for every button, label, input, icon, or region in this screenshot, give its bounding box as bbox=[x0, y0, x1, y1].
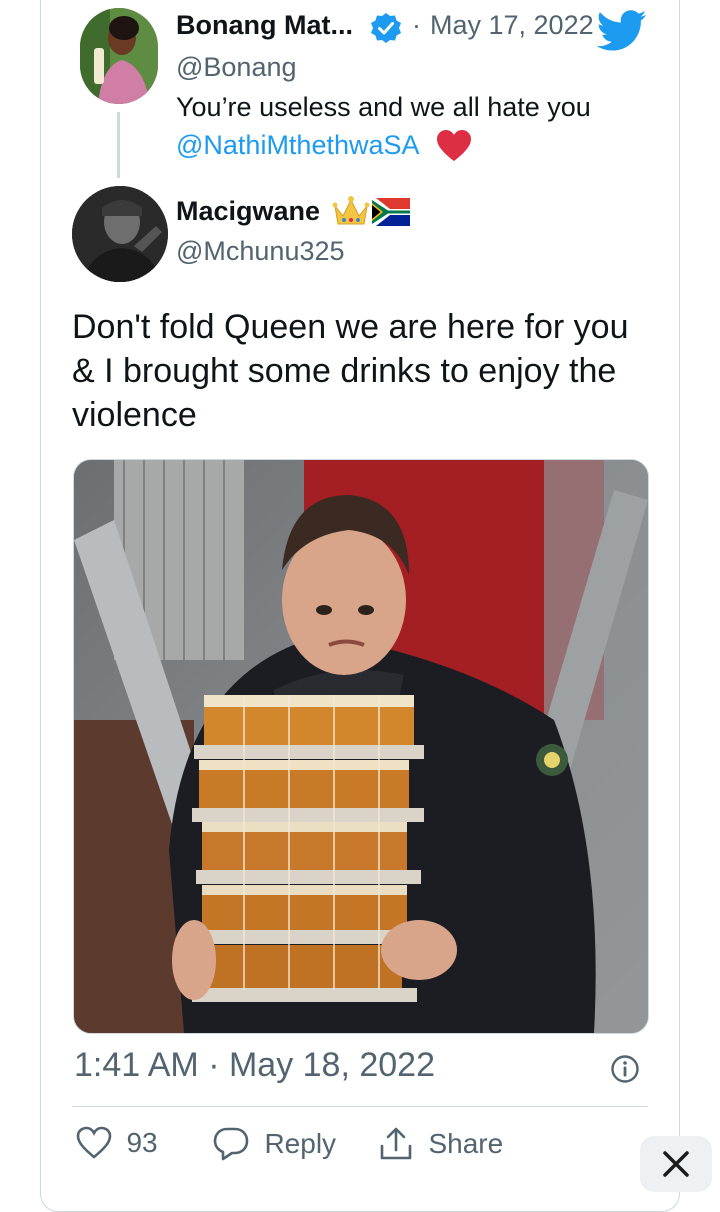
verified-badge-icon bbox=[371, 13, 401, 43]
twitter-bird-icon[interactable] bbox=[596, 10, 648, 52]
close-icon bbox=[663, 1151, 689, 1177]
like-button[interactable]: 93 bbox=[76, 1126, 158, 1160]
heart-icon bbox=[76, 1126, 112, 1159]
like-count: 93 bbox=[126, 1127, 158, 1158]
info-icon[interactable] bbox=[610, 1054, 640, 1084]
thread-connector-line bbox=[117, 112, 120, 178]
date-separator: · bbox=[412, 10, 421, 40]
tweet-timestamp[interactable]: 1:41 AM · May 18, 2022 bbox=[74, 1046, 435, 1085]
quoted-tweet-text: You’re useless and we all hate you bbox=[176, 92, 591, 122]
divider bbox=[72, 1106, 648, 1107]
comment-bubble-icon bbox=[213, 1127, 249, 1161]
share-label: Share bbox=[428, 1128, 504, 1159]
crown-emoji-icon bbox=[332, 196, 370, 225]
south-africa-flag-emoji-icon bbox=[372, 198, 410, 226]
avatar-macigwane[interactable] bbox=[72, 186, 168, 282]
display-name[interactable]: Macigwane bbox=[176, 196, 320, 227]
share-button[interactable]: Share bbox=[378, 1126, 503, 1162]
red-heart-emoji-icon bbox=[437, 130, 471, 161]
reply-button[interactable]: Reply bbox=[212, 1126, 336, 1162]
quoted-handle[interactable]: @Bonang bbox=[176, 52, 297, 83]
share-upload-icon bbox=[380, 1127, 412, 1160]
handle[interactable]: @Mchunu325 bbox=[176, 236, 345, 267]
quoted-display-name[interactable]: Bonang Mat... bbox=[176, 10, 353, 41]
close-button[interactable] bbox=[640, 1136, 712, 1192]
mention-link[interactable]: @NathiMthethwaSA bbox=[176, 130, 420, 161]
avatar-bonang[interactable] bbox=[80, 8, 158, 104]
tweet-photo[interactable] bbox=[73, 459, 649, 1034]
quoted-date[interactable]: May 17, 2022 bbox=[430, 10, 594, 41]
reply-label: Reply bbox=[264, 1128, 337, 1159]
tweet-body-text: Don't fold Queen we are here for you & I… bbox=[72, 308, 629, 434]
